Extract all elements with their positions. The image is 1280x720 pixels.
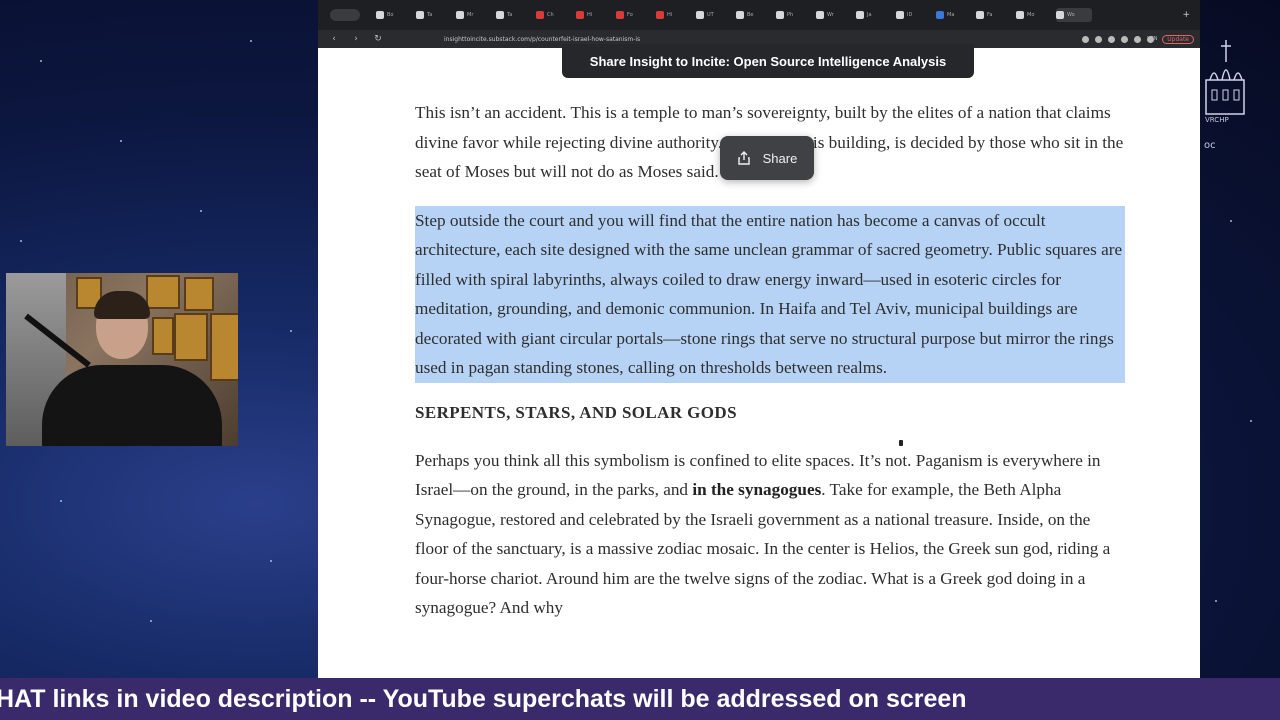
extension-icon[interactable] — [1134, 35, 1142, 43]
browser-tab[interactable]: Hi — [656, 8, 692, 22]
tab-label: Ja — [867, 12, 872, 18]
favicon-icon — [976, 11, 984, 19]
logo-text: VRCHP — [1205, 116, 1229, 124]
browser-tab[interactable]: Ta — [496, 8, 532, 22]
browser-tab[interactable]: Ph — [776, 8, 812, 22]
stream-ticker: HAT links in video description -- YouTub… — [0, 678, 1280, 720]
share-label: Share — [762, 150, 798, 166]
share-selection-button[interactable]: Share — [720, 136, 814, 180]
browser-tab[interactable]: Ma — [936, 8, 972, 22]
article-paragraph-selected: Step outside the court and you will find… — [415, 205, 1125, 383]
browser-tab[interactable]: Ta — [416, 8, 452, 22]
webcam-overlay — [6, 273, 238, 446]
favicon-icon — [496, 11, 504, 19]
favicon-icon — [736, 11, 744, 19]
browser-tab[interactable]: Hi — [576, 8, 612, 22]
tab-label: Ta — [507, 12, 513, 18]
tab-group-pill[interactable] — [330, 9, 360, 21]
favicon-icon — [776, 11, 784, 19]
favicon-icon — [696, 11, 704, 19]
article-paragraph: Perhaps you think all this symbolism is … — [415, 446, 1125, 623]
tab-label: Fa — [987, 12, 993, 18]
icon-painting — [152, 317, 174, 355]
browser-tab[interactable]: Wr — [816, 8, 852, 22]
section-heading: SERPENTS, STARS, AND SOLAR GODS — [415, 402, 737, 422]
favicon-icon — [416, 11, 424, 19]
forward-icon[interactable]: › — [350, 34, 362, 44]
share-icon — [737, 151, 750, 165]
browser-tab[interactable]: Fo — [616, 8, 652, 22]
ticker-text: HAT links in video description -- YouTub… — [0, 684, 967, 713]
favicon-icon — [576, 11, 584, 19]
address-bar[interactable]: insighttoincite.substack.com/p/counterfe… — [444, 36, 764, 43]
tab-label: Wo — [1067, 12, 1075, 18]
favicon-icon — [656, 11, 664, 19]
mouse-cursor — [899, 440, 903, 446]
browser-tab[interactable]: Bo — [376, 8, 412, 22]
tab-label: Wr — [827, 12, 834, 18]
browser-tab[interactable]: Mo — [1016, 8, 1052, 22]
back-icon[interactable]: ‹ — [328, 34, 340, 44]
paragraph-bold-text: in the synagogues — [692, 480, 822, 499]
tab-label: Hi — [587, 12, 593, 18]
browser-tab[interactable]: ID — [896, 8, 932, 22]
share-publication-banner[interactable]: Share Insight to Incite: Open Source Int… — [562, 44, 974, 78]
browser-window: Bo Ta Mr Ta Ch Hi Fo Hi UT Be Ph Wr Ja I… — [318, 0, 1200, 678]
favicon-icon — [896, 11, 904, 19]
tab-label: Mr — [467, 12, 474, 18]
logo-subtext: ос — [1204, 140, 1216, 151]
favicon-icon — [1016, 11, 1024, 19]
favicon-icon — [376, 11, 384, 19]
vpn-badge[interactable]: VPN — [1147, 35, 1157, 43]
tab-label: Be — [747, 12, 754, 18]
favicon-icon — [856, 11, 864, 19]
tab-label: Bo — [387, 12, 394, 18]
browser-tab[interactable]: Be — [736, 8, 772, 22]
tab-label: Ch — [547, 12, 554, 18]
tab-label: Hi — [667, 12, 673, 18]
icon-painting — [184, 277, 214, 311]
extension-icon[interactable] — [1108, 35, 1116, 43]
tab-label: Ma — [947, 12, 955, 18]
browser-tabs: Bo Ta Mr Ta Ch Hi Fo Hi UT Be Ph Wr Ja I… — [376, 8, 1092, 22]
tab-label: Ph — [787, 12, 794, 18]
browser-tab[interactable]: Mr — [456, 8, 492, 22]
church-logo-icon — [1205, 40, 1245, 115]
favicon-icon — [936, 11, 944, 19]
extensions-bar: VPN — [1082, 35, 1157, 43]
icon-painting — [174, 313, 208, 361]
new-tab-button[interactable]: + — [1182, 10, 1190, 20]
favicon-icon — [456, 11, 464, 19]
reload-icon[interactable]: ↻ — [372, 34, 384, 44]
browser-tab[interactable]: UT — [696, 8, 732, 22]
favicon-icon — [616, 11, 624, 19]
browser-tab-active[interactable]: Wo — [1056, 8, 1092, 22]
browser-tab[interactable]: Ja — [856, 8, 892, 22]
tab-label: Ta — [427, 12, 433, 18]
person-body — [42, 365, 222, 446]
extension-icon[interactable] — [1082, 35, 1090, 43]
icon-painting — [210, 313, 238, 381]
favicon-icon — [816, 11, 824, 19]
update-button[interactable]: Update — [1162, 34, 1194, 44]
tab-label: Fo — [627, 12, 633, 18]
extension-icon[interactable] — [1121, 35, 1129, 43]
tab-label: UT — [707, 12, 714, 18]
paragraph-text: . Take for example, the Beth Alpha Synag… — [415, 480, 1111, 617]
browser-tab[interactable]: Fa — [976, 8, 1012, 22]
extension-icon[interactable] — [1095, 35, 1103, 43]
tab-label: ID — [907, 12, 913, 18]
browser-tab-bar: Bo Ta Mr Ta Ch Hi Fo Hi UT Be Ph Wr Ja I… — [318, 0, 1200, 30]
icon-painting — [146, 275, 180, 309]
browser-tab[interactable]: Ch — [536, 8, 572, 22]
favicon-icon — [1056, 11, 1064, 19]
favicon-icon — [536, 11, 544, 19]
tab-label: Mo — [1027, 12, 1035, 18]
